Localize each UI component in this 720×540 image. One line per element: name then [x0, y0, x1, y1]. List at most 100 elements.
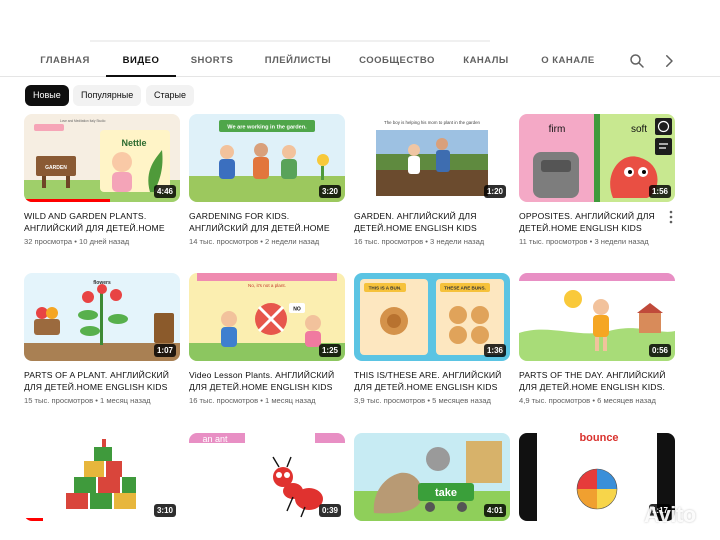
video-card[interactable]: firm soft 1:56 OPPOSITES. АНГЛИЙСКИЙ ДЛЯ…: [519, 114, 675, 247]
video-meta: 16 тыс. просмотров • 1 месяц назад: [189, 396, 316, 405]
video-age: 3 недели назад: [594, 237, 649, 246]
video-duration: 1:25: [318, 344, 341, 357]
video-title[interactable]: PARTS OF THE DAY. АНГЛИЙСКИЙ ДЛЯ ДЕТЕЙ.H…: [519, 369, 675, 393]
video-duration: 4:46: [153, 185, 176, 198]
video-card[interactable]: The boy is helping his mom to plant in t…: [354, 114, 510, 247]
video-views: 3,9 тыс. просмотров: [354, 396, 426, 405]
watch-progress-bar: [24, 199, 110, 202]
video-card[interactable]: THIS IS A BUN. THESE ARE BUNS. 1:36 THIS…: [354, 273, 510, 406]
video-age: 1 месяц назад: [100, 396, 151, 405]
video-title[interactable]: GARDEN. АНГЛИЙСКИЙ ДЛЯ ДЕТЕЙ.HOME ENGLIS…: [354, 210, 510, 234]
video-title[interactable]: Video Lesson Plants. АНГЛИЙСКИЙ ДЛЯ ДЕТЕ…: [189, 369, 345, 393]
tab-videos[interactable]: ВИДЕО: [106, 44, 176, 77]
video-views: 11 тыс. просмотров: [519, 237, 588, 246]
thumbnail-title-text: an ant: [202, 434, 228, 444]
video-age: 6 месяцев назад: [597, 396, 656, 405]
video-title[interactable]: GARDENING FOR KIDS. АНГЛИЙСКИЙ ДЛЯ ДЕТЕЙ…: [189, 210, 345, 234]
avito-logo-icon: [614, 503, 640, 528]
video-card[interactable]: We are working in the garden. 3:20 GARDE…: [189, 114, 345, 247]
channel-tabs: ГЛАВНАЯ ВИДЕО SHORTS ПЛЕЙЛИСТЫ СООБЩЕСТВ…: [0, 44, 720, 77]
thumbnail-caption: Love and Meditation Italy Studio: [60, 119, 106, 123]
video-thumbnail[interactable]: The boy is helping his mom to plant in t…: [354, 114, 510, 202]
video-card[interactable]: take 4:01: [354, 433, 510, 521]
search-icon[interactable]: [628, 52, 646, 70]
video-age: 10 дней назад: [79, 237, 130, 246]
thumbnail-title-text: bounce: [579, 433, 618, 444]
video-duration: 3:20: [318, 185, 341, 198]
tab-community[interactable]: СООБЩЕСТВО: [354, 44, 440, 77]
tab-about[interactable]: О КАНАЛЕ: [532, 44, 604, 77]
tab-home[interactable]: ГЛАВНАЯ: [26, 44, 104, 77]
video-age: 2 недели назад: [265, 237, 320, 246]
video-card[interactable]: an ant 0:39: [189, 433, 345, 521]
video-thumbnail[interactable]: 3:10: [24, 433, 180, 521]
video-meta: 16 тыс. просмотров • 3 недели назад: [354, 237, 485, 246]
channel-header: [0, 0, 720, 44]
video-age: 5 месяцев назад: [432, 396, 491, 405]
video-title[interactable]: WILD AND GARDEN PLANTS. АНГЛИЙСКИЙ ДЛЯ Д…: [24, 210, 180, 234]
video-views: 15 тыс. просмотров: [24, 396, 94, 405]
thumbnail-left-word: THIS IS A BUN.: [369, 286, 402, 291]
video-views: 32 просмотра: [24, 237, 73, 246]
watermark-logo: Avito: [612, 500, 712, 530]
header-divider: [90, 40, 490, 42]
video-age: 1 месяц назад: [265, 396, 316, 405]
tab-shorts[interactable]: SHORTS: [182, 44, 242, 77]
video-title[interactable]: OPPOSITES. АНГЛИЙСКИЙ ДЛЯ ДЕТЕЙ.HOME ENG…: [519, 210, 675, 234]
video-duration: 1:07: [153, 344, 176, 357]
video-thumbnail[interactable]: flowers 1:07: [24, 273, 180, 361]
video-duration: 0:56: [648, 344, 671, 357]
thumbnail-right-word: THESE ARE BUNS.: [444, 286, 486, 291]
video-duration: 0:39: [318, 504, 341, 517]
thumbnail-bubble-text: NO: [293, 307, 301, 313]
video-title[interactable]: THIS IS/THESE ARE. АНГЛИЙСКИЙ ДЛЯ ДЕТЕЙ.…: [354, 369, 510, 393]
video-thumbnail[interactable]: Love and Meditation Italy Studio GARDEN …: [24, 114, 180, 202]
video-views: 16 тыс. просмотров: [354, 237, 424, 246]
chip-oldest[interactable]: Старые: [146, 85, 195, 106]
thumbnail-title-text: No, it's not a plant.: [248, 283, 286, 288]
video-duration: 3:10: [153, 504, 176, 517]
video-thumbnail[interactable]: We are working in the garden. 3:20: [189, 114, 345, 202]
thumbnail-left-word: firm: [549, 124, 566, 135]
video-age: 3 недели назад: [430, 237, 485, 246]
video-views: 14 тыс. просмотров: [189, 237, 259, 246]
video-meta: 15 тыс. просмотров • 1 месяц назад: [24, 396, 151, 405]
tab-playlists[interactable]: ПЛЕЙЛИСТЫ: [258, 44, 338, 77]
video-meta: 14 тыс. просмотров • 2 недели назад: [189, 237, 320, 246]
thumbnail-title-text: The boy is helping his mom to plant in t…: [384, 120, 480, 125]
video-thumbnail[interactable]: No, it's not a plant. NO 1:25: [189, 273, 345, 361]
chevron-right-icon[interactable]: [660, 52, 678, 70]
video-card[interactable]: 3:10: [24, 433, 180, 521]
thumbnail-title-text: take: [435, 487, 457, 499]
thumbnail-sign-text: GARDEN: [45, 165, 67, 171]
video-thumbnail[interactable]: THIS IS A BUN. THESE ARE BUNS. 1:36: [354, 273, 510, 361]
watermark-text: Avito: [644, 502, 696, 527]
video-thumbnail[interactable]: 0:56: [519, 273, 675, 361]
video-views: 16 тыс. просмотров: [189, 396, 259, 405]
video-meta: 11 тыс. просмотров • 3 недели назад: [519, 237, 649, 246]
thumbnail-title-text: Nettle: [121, 138, 146, 148]
chip-newest[interactable]: Новые: [25, 85, 69, 106]
video-card[interactable]: flowers 1:07 PARTS OF A PLANT. АНГЛИЙСКИ…: [24, 273, 180, 406]
video-meta: 4,9 тыс. просмотров • 6 месяцев назад: [519, 396, 656, 405]
video-duration: 1:56: [648, 185, 671, 198]
video-thumbnail[interactable]: an ant 0:39: [189, 433, 345, 521]
video-views: 4,9 тыс. просмотров: [519, 396, 591, 405]
video-card[interactable]: No, it's not a plant. NO 1:25 Video Less…: [189, 273, 345, 406]
video-thumbnail[interactable]: take 4:01: [354, 433, 510, 521]
tab-channels[interactable]: КАНАЛЫ: [456, 44, 516, 77]
thumbnail-title-text: We are working in the garden.: [227, 125, 307, 131]
video-duration: 4:01: [483, 504, 506, 517]
video-duration: 1:36: [483, 344, 506, 357]
chip-popular[interactable]: Популярные: [73, 85, 142, 106]
thumbnail-right-word: soft: [631, 124, 647, 135]
video-duration: 1:20: [483, 185, 506, 198]
more-vert-icon[interactable]: [668, 210, 674, 224]
video-thumbnail[interactable]: firm soft 1:56: [519, 114, 675, 202]
video-title[interactable]: PARTS OF A PLANT. АНГЛИЙСКИЙ ДЛЯ ДЕТЕЙ.H…: [24, 369, 180, 393]
video-meta: 3,9 тыс. просмотров • 5 месяцев назад: [354, 396, 491, 405]
video-meta: 32 просмотра • 10 дней назад: [24, 237, 130, 246]
video-card[interactable]: Love and Meditation Italy Studio GARDEN …: [24, 114, 180, 247]
video-card[interactable]: 0:56 PARTS OF THE DAY. АНГЛИЙСКИЙ ДЛЯ ДЕ…: [519, 273, 675, 406]
watch-progress-bar: [24, 518, 43, 521]
